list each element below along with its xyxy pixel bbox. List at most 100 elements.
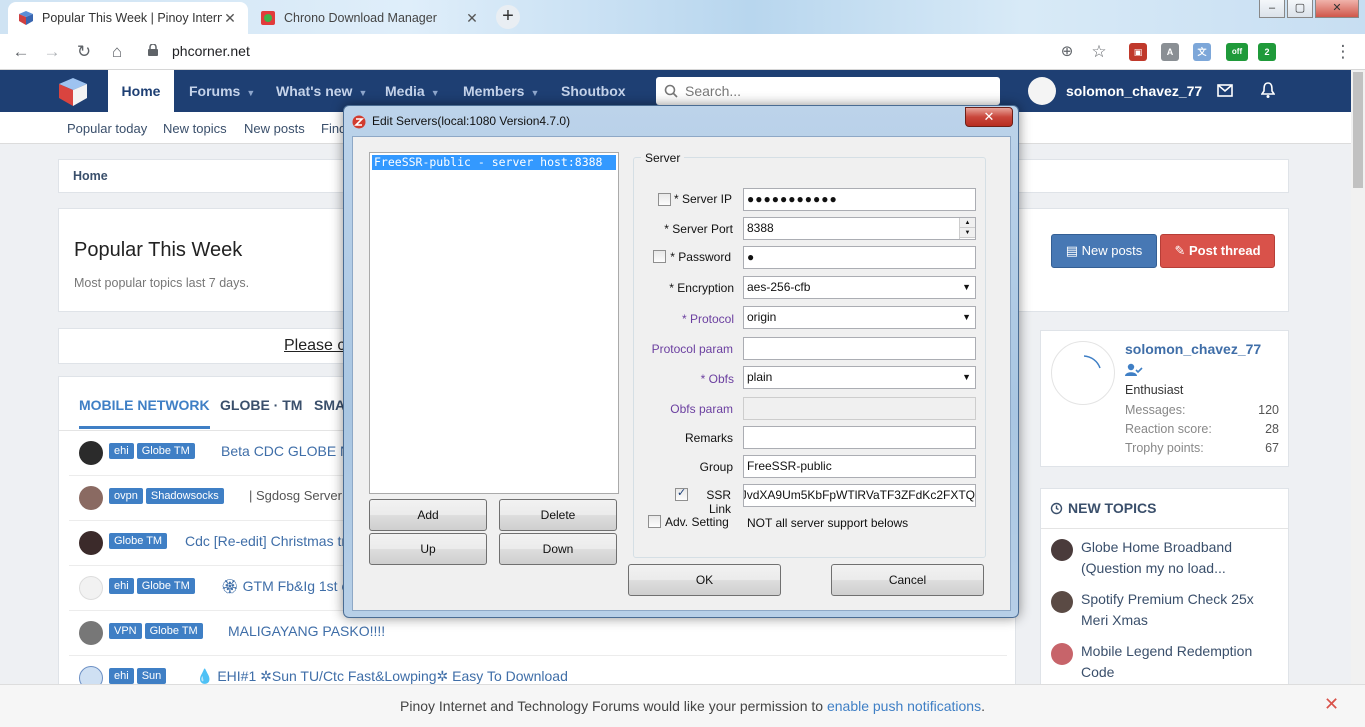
avatar[interactable] <box>1051 341 1115 405</box>
remarks-field[interactable] <box>743 426 976 449</box>
bookmark-star-icon[interactable]: ☆ <box>1088 41 1110 63</box>
ok-button[interactable]: OK <box>628 564 781 596</box>
new-tab-button[interactable]: + <box>496 5 520 29</box>
back-arrow-icon[interactable]: ← <box>10 41 32 63</box>
thread-title[interactable]: Cdc [Re-edit] Christmas tri <box>185 533 349 549</box>
prefix-label[interactable]: ehi <box>109 578 134 594</box>
post-thread-button[interactable]: ✎ Post thread <box>1160 234 1275 268</box>
protocol-param-field[interactable] <box>743 337 976 360</box>
search-placeholder: Search... <box>685 83 742 99</box>
breadcrumb-home[interactable]: Home <box>73 169 108 183</box>
tab-chrono-download-manager[interactable]: Chrono Download Manager ✕ <box>250 2 490 34</box>
protocol-select[interactable]: origin ▼ <box>743 306 976 329</box>
port-spin-buttons[interactable]: ▲ ▼ <box>959 218 975 239</box>
spin-up-icon[interactable]: ▲ <box>960 218 975 228</box>
obfs-select[interactable]: plain ▼ <box>743 366 976 389</box>
prefix-label[interactable]: ehi <box>109 668 134 684</box>
extension-off-badge-icon[interactable]: off <box>1226 43 1248 61</box>
prefix-label[interactable]: Globe TM <box>136 578 195 594</box>
cancel-button[interactable]: Cancel <box>831 564 984 596</box>
list-item[interactable]: Mobile Legend Redemption Code <box>1051 641 1281 683</box>
tab-popular-this-week[interactable]: Popular This Week | Pinoy Internet ✕ <box>8 2 248 34</box>
avatar[interactable] <box>1028 77 1056 105</box>
topic-title[interactable]: Mobile Legend Redemption Code <box>1081 641 1281 683</box>
extension-acrobat-icon[interactable]: A <box>1161 43 1179 61</box>
nav-home[interactable]: Home <box>108 70 174 112</box>
topic-title[interactable]: Globe Home Broadband (Question my no loa… <box>1081 537 1281 579</box>
address-bar[interactable]: phcorner.net <box>140 39 1120 65</box>
dialog-close-button[interactable]: ✕ <box>965 107 1013 127</box>
thread-title[interactable]: MALIGAYANG PASKO!!!! <box>228 623 385 639</box>
group-field[interactable]: FreeSSR-public <box>743 455 976 478</box>
ssr-link-field[interactable]: f3JvdXA9Um5KbFpWTlRVaTF3ZFdKc2FXTQ <box>743 484 976 507</box>
extension-translate-icon[interactable]: 文 <box>1193 43 1211 61</box>
maximize-button[interactable]: ▢ <box>1287 0 1313 18</box>
sidebar-username[interactable]: solomon_chavez_77 <box>1125 341 1261 357</box>
dialog-title: Edit Servers(local:1080 Version4.7.0) <box>372 114 571 128</box>
page-scrollbar[interactable] <box>1351 70 1365 684</box>
nav-label: Forums <box>189 83 241 99</box>
up-button[interactable]: Up <box>369 533 487 565</box>
prefix-label[interactable]: ehi <box>109 443 134 459</box>
extension-check-badge-icon[interactable]: 2 <box>1258 43 1276 61</box>
browser-menu-icon[interactable]: ⋮ <box>1332 41 1354 63</box>
server-list-item[interactable]: FreeSSR-public - server host:8388 <box>372 155 616 170</box>
scrollbar-thumb[interactable] <box>1353 72 1363 188</box>
server-list[interactable]: FreeSSR-public - server host:8388 <box>369 152 619 494</box>
enable-push-link[interactable]: enable push notifications <box>827 698 981 714</box>
list-item[interactable]: Spotify Premium Check 25x Meri Xmas <box>1051 589 1281 631</box>
spin-down-icon[interactable]: ▼ <box>960 228 975 238</box>
minimize-button[interactable]: ‒ <box>1259 0 1285 18</box>
prefix-label[interactable]: Globe TM <box>109 533 168 549</box>
encryption-select[interactable]: aes-256-cfb ▼ <box>743 276 976 299</box>
bell-icon[interactable] <box>1261 82 1275 99</box>
subnav-popular-today[interactable]: Popular today <box>67 121 147 136</box>
url-text: phcorner.net <box>172 43 250 59</box>
add-button[interactable]: Add <box>369 499 487 531</box>
thread-title[interactable]: Beta CDC GLOBE NL <box>221 443 358 459</box>
forum-search-input[interactable]: Search... <box>656 77 1000 105</box>
close-tab-icon[interactable]: ✕ <box>464 10 480 27</box>
down-button[interactable]: Down <box>499 533 617 565</box>
close-tab-icon[interactable]: ✕ <box>222 10 238 27</box>
account-username[interactable]: solomon_chavez_77 <box>1066 70 1202 112</box>
prefix-label[interactable]: VPN <box>109 623 142 639</box>
thread-title[interactable]: 💧 EHI#1 ✲Sun TU/Ctc Fast&Lowping✲ Easy T… <box>196 668 568 685</box>
prefix-label[interactable]: Shadowsocks <box>145 488 224 504</box>
tab-globe-tm[interactable]: GLOBE · TM <box>220 397 302 413</box>
server-ip-field[interactable]: ●●●●●●●●●●● <box>743 188 976 211</box>
browser-tab-strip: Popular This Week | Pinoy Internet ✕ Chr… <box>0 0 1365 34</box>
obfs-param-field[interactable] <box>743 397 976 420</box>
home-icon[interactable]: ⌂ <box>106 41 128 63</box>
list-item[interactable]: Globe Home Broadband (Question my no loa… <box>1051 537 1281 579</box>
prefix-label[interactable]: Sun <box>136 668 167 684</box>
chevron-down-icon: ▼ <box>962 312 971 322</box>
mail-icon[interactable] <box>1217 84 1233 97</box>
close-icon[interactable]: ✕ <box>1324 694 1339 715</box>
reload-icon[interactable]: ↻ <box>73 41 95 63</box>
forward-arrow-icon[interactable]: → <box>41 41 63 63</box>
prefix-label[interactable]: Globe TM <box>136 443 195 459</box>
tab-smart[interactable]: SMA <box>314 397 345 413</box>
stat-label: Trophy points: <box>1125 441 1204 455</box>
nav-forums[interactable]: Forums ▼ <box>189 70 255 112</box>
phcorner-logo[interactable] <box>57 76 89 108</box>
delete-button[interactable]: Delete <box>499 499 617 531</box>
button-label: New posts <box>1081 243 1143 258</box>
new-posts-button[interactable]: ▤ New posts <box>1051 234 1157 268</box>
tab-mobile-network[interactable]: MOBILE NETWORK <box>79 397 210 429</box>
extension-chrono-icon[interactable]: ▣ <box>1129 43 1147 61</box>
prefix-label[interactable]: Globe TM <box>144 623 203 639</box>
subnav-new-posts[interactable]: New posts <box>244 121 305 136</box>
subnav-new-topics[interactable]: New topics <box>163 121 227 136</box>
server-port-stepper[interactable]: 8388 ▲ ▼ <box>743 217 976 240</box>
add-page-icon[interactable]: ⊕ <box>1056 41 1078 63</box>
window-close-button[interactable]: ✕ <box>1315 0 1359 18</box>
password-field[interactable]: ● <box>743 246 976 269</box>
adv-setting-checkbox[interactable] <box>648 515 661 528</box>
notice-link[interactable]: Please c <box>284 337 345 355</box>
thread-title[interactable]: 🏵 GTM Fb&Ig 1st c <box>221 578 348 595</box>
topic-title[interactable]: Spotify Premium Check 25x Meri Xmas <box>1081 589 1281 631</box>
prefix-label[interactable]: ovpn <box>109 488 143 504</box>
thread-title[interactable]: | Sgdosg Server <box>249 488 342 503</box>
